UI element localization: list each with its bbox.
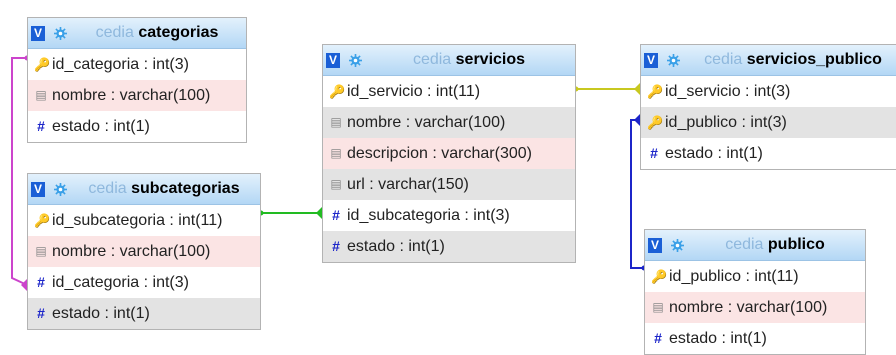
field-label: nombre : varchar(100)	[52, 243, 211, 260]
table-row[interactable]: # id_subcategoria : int(3)	[323, 200, 575, 231]
text-icon: ▤	[35, 88, 47, 102]
text-icon: ▤	[330, 146, 342, 160]
field-label: descripcion : varchar(300)	[347, 145, 532, 162]
table-name: servicios	[455, 51, 526, 68]
collapse-toggle-button[interactable]: V	[644, 53, 658, 68]
collapse-toggle-button[interactable]: V	[648, 238, 662, 253]
table-header[interactable]: Vcedia subcategorias	[28, 174, 260, 205]
field-label: id_servicio : int(3)	[665, 83, 791, 100]
hash-icon: #	[650, 145, 658, 161]
key-icon: 🔑	[647, 84, 664, 99]
hash-icon: #	[37, 118, 45, 134]
field-label: estado : int(1)	[347, 238, 445, 255]
collapse-toggle-button[interactable]: V	[31, 182, 45, 197]
key-icon: 🔑	[329, 84, 346, 99]
database-name: cedia	[88, 180, 127, 197]
table-row[interactable]: # estado : int(1)	[28, 111, 246, 142]
table-subcategorias[interactable]: Vcedia subcategorias 🔑 id_subcategoria : i…	[27, 173, 261, 330]
table-row[interactable]: # estado : int(1)	[641, 138, 896, 169]
table-publico[interactable]: Vcedia publico 🔑 id_publico : int(11) ▤ nomb…	[644, 229, 866, 355]
table-header[interactable]: Vcedia servicios_publico	[641, 45, 896, 76]
table-row[interactable]: ▤ url : varchar(150)	[323, 169, 575, 200]
table-row[interactable]: ▤ nombre : varchar(100)	[645, 292, 865, 323]
field-label: estado : int(1)	[669, 330, 767, 347]
key-icon: 🔑	[34, 57, 51, 72]
field-label: estado : int(1)	[52, 305, 150, 322]
database-name: cedia	[725, 236, 764, 253]
table-row[interactable]: # estado : int(1)	[323, 231, 575, 262]
table-title: cedia servicios	[367, 45, 571, 75]
field-label: id_servicio : int(11)	[347, 83, 481, 100]
database-name: cedia	[95, 24, 134, 41]
collapse-toggle-button[interactable]: V	[326, 53, 340, 68]
field-label: nombre : varchar(100)	[669, 299, 828, 316]
collapse-toggle-button[interactable]: V	[31, 26, 45, 41]
table-row[interactable]: ▤ descripcion : varchar(300)	[323, 138, 575, 169]
table-row[interactable]: # id_categoria : int(3)	[28, 267, 260, 298]
table-row[interactable]: # estado : int(1)	[28, 298, 260, 329]
text-icon: ▤	[330, 177, 342, 191]
gear-icon[interactable]	[54, 27, 67, 40]
gear-icon[interactable]	[54, 183, 67, 196]
hash-icon: #	[332, 207, 340, 223]
field-label: id_subcategoria : int(3)	[347, 207, 510, 224]
table-row[interactable]: 🔑 id_categoria : int(3)	[28, 49, 246, 80]
hash-icon: #	[37, 274, 45, 290]
table-servicios-publico[interactable]: Vcedia servicios_publico 🔑 id_servicio : i…	[640, 44, 896, 170]
table-name: subcategorias	[131, 180, 240, 197]
table-categorias[interactable]: Vcedia categorias 🔑 id_categoria : int(3) ▤…	[27, 17, 247, 143]
field-label: url : varchar(150)	[347, 176, 469, 193]
field-label: id_subcategoria : int(11)	[52, 212, 223, 229]
database-name: cedia	[704, 51, 743, 68]
hash-icon: #	[332, 238, 340, 254]
field-label: estado : int(1)	[52, 118, 150, 135]
table-servicios[interactable]: Vcedia servicios 🔑 id_servicio : int(11) ▤ n…	[322, 44, 576, 263]
table-row[interactable]: 🔑 id_publico : int(3)	[641, 107, 896, 138]
table-row[interactable]: ▤ nombre : varchar(100)	[323, 107, 575, 138]
field-label: estado : int(1)	[665, 145, 763, 162]
field-label: id_publico : int(11)	[669, 268, 799, 285]
table-row[interactable]: ▤ nombre : varchar(100)	[28, 236, 260, 267]
table-header[interactable]: Vcedia servicios	[323, 45, 575, 76]
key-icon: 🔑	[34, 213, 51, 228]
text-icon: ▤	[652, 300, 664, 314]
table-row[interactable]: 🔑 id_subcategoria : int(11)	[28, 205, 260, 236]
hash-icon: #	[654, 330, 662, 346]
table-name: servicios_publico	[746, 51, 882, 68]
database-name: cedia	[412, 51, 452, 68]
text-icon: ▤	[35, 244, 47, 258]
table-title: cedia servicios_publico	[685, 45, 896, 75]
field-label: id_categoria : int(3)	[52, 274, 189, 291]
table-row[interactable]: ▤ nombre : varchar(100)	[28, 80, 246, 111]
gear-icon[interactable]	[349, 54, 362, 67]
key-icon: 🔑	[651, 269, 668, 284]
table-row[interactable]: # estado : int(1)	[645, 323, 865, 354]
field-label: id_categoria : int(3)	[52, 56, 189, 73]
table-row[interactable]: 🔑 id_servicio : int(3)	[641, 76, 896, 107]
table-title: cedia subcategorias	[72, 174, 256, 204]
table-title: cedia publico	[689, 230, 861, 260]
table-name: categorias	[138, 24, 219, 41]
table-name: publico	[767, 236, 825, 253]
field-label: nombre : varchar(100)	[52, 87, 211, 104]
text-icon: ▤	[330, 115, 342, 129]
field-label: id_publico : int(3)	[665, 114, 787, 131]
relation-categorias-subcategorias	[11, 57, 28, 286]
table-row[interactable]: 🔑 id_publico : int(11)	[645, 261, 865, 292]
field-label: nombre : varchar(100)	[347, 114, 506, 131]
gear-icon[interactable]	[667, 54, 680, 67]
key-icon: 🔑	[647, 115, 664, 130]
gear-icon[interactable]	[671, 239, 684, 252]
table-title: cedia categorias	[72, 18, 242, 48]
table-header[interactable]: Vcedia categorias	[28, 18, 246, 49]
table-row[interactable]: 🔑 id_servicio : int(11)	[323, 76, 575, 107]
table-header[interactable]: Vcedia publico	[645, 230, 865, 261]
hash-icon: #	[37, 305, 45, 321]
